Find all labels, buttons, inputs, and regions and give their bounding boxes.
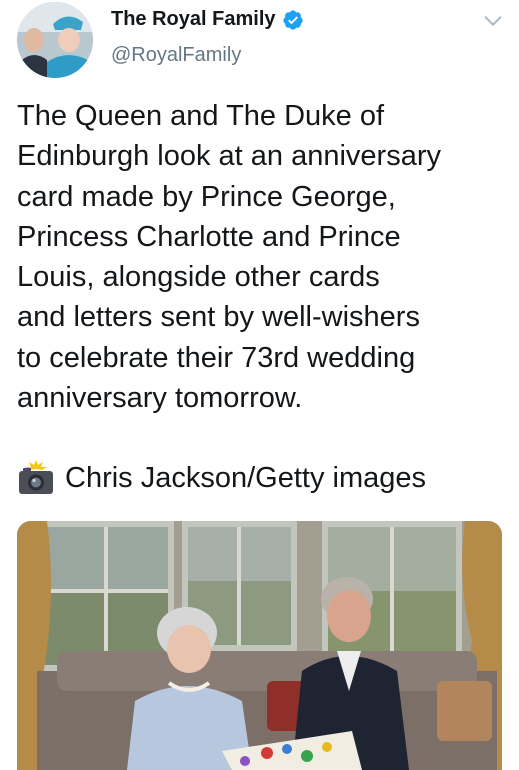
tweet-text-line: to celebrate their 73rd wedding bbox=[17, 341, 416, 374]
tweet-text-line: anniversary tomorrow. bbox=[17, 382, 303, 415]
tweet-text-line: Louis, alongside other cards bbox=[17, 261, 380, 294]
tweet-text-line: Edinburgh look at an anniversary bbox=[17, 140, 441, 173]
tweet-text-line: Princess Charlotte and Prince bbox=[17, 220, 401, 253]
camera-with-flash-icon bbox=[19, 460, 53, 494]
chevron-down-icon[interactable] bbox=[482, 10, 504, 32]
tweet-text-line: and letters sent by well-wishers bbox=[17, 301, 420, 334]
photo-credit: Chris Jackson/Getty images bbox=[17, 460, 426, 496]
author-handle[interactable]: @RoyalFamily bbox=[111, 44, 241, 67]
tweet-photo[interactable] bbox=[17, 521, 502, 770]
tweet-text-line: card made by Prince George, bbox=[17, 180, 396, 213]
tweet-text-line: The Queen and The Duke of bbox=[17, 100, 385, 132]
tweet-text: The Queen and The Duke of Edinburgh look… bbox=[17, 96, 507, 418]
photo-queen-and-duke-with-cards bbox=[17, 521, 502, 770]
avatar-image bbox=[17, 2, 93, 78]
author-display-name[interactable]: The Royal Family bbox=[111, 8, 276, 31]
tweet: The Royal Family @RoyalFamily The Queen … bbox=[0, 0, 519, 770]
verified-badge-icon bbox=[282, 9, 303, 30]
author-name-row: The Royal Family bbox=[111, 8, 304, 31]
author-avatar[interactable] bbox=[17, 2, 93, 78]
photo-credit-text: Chris Jackson/Getty images bbox=[65, 461, 427, 494]
